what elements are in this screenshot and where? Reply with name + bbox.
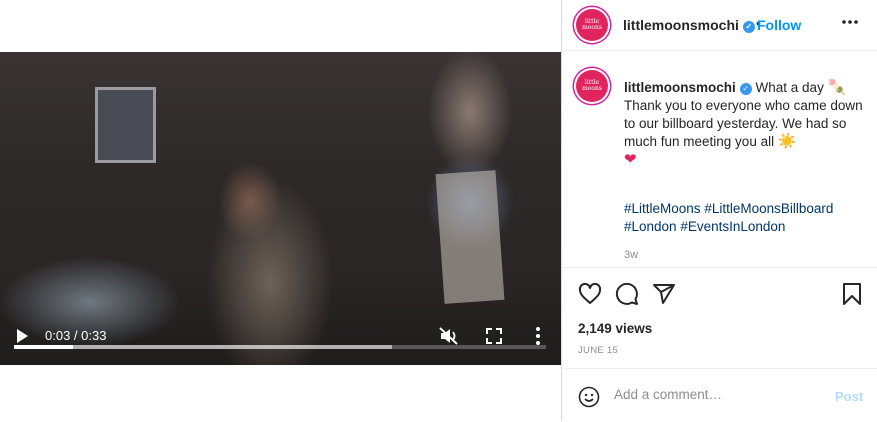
verified-badge-icon: ✓ (742, 21, 755, 33)
view-count[interactable]: 2,149 views (578, 321, 652, 336)
verified-badge-icon: ✓ (739, 83, 752, 95)
like-heart-icon[interactable] (578, 282, 602, 306)
caption-avatar[interactable]: little moons (576, 70, 608, 102)
post-header: little moons littlemoonsmochi ✓ • Follow (562, 0, 877, 51)
more-options-icon[interactable] (841, 18, 859, 26)
avatar[interactable]: little moons (576, 9, 608, 41)
caption-line-2: Thank you to everyone who came down to o… (624, 98, 863, 149)
emoji-icon[interactable] (578, 386, 600, 408)
sun-icon: ☀️ (777, 133, 797, 150)
comment-icon[interactable] (615, 282, 639, 306)
hashtag-link[interactable]: #EventsInLondon (680, 219, 785, 234)
header-username[interactable]: littlemoonsmochi ✓ (623, 17, 755, 33)
post-age[interactable]: 3w (624, 249, 638, 261)
video-time: 0:03 / 0:33 (45, 328, 107, 343)
comment-input[interactable] (614, 387, 824, 402)
hashtag-link[interactable]: #London (624, 219, 677, 234)
comment-bar: Post (562, 368, 877, 422)
avatar-text: little moons (582, 79, 602, 92)
bookmark-icon[interactable] (840, 282, 864, 306)
post-sidebar: little moons littlemoonsmochi ✓ • Follow … (561, 0, 877, 421)
action-bar (562, 268, 877, 318)
caption-line-1: What a day (755, 80, 824, 95)
mochi-skewer-icon: 🍡 (827, 79, 847, 96)
video-frame-window (95, 87, 156, 163)
hashtag-list: #LittleMoons #LittleMoonsBillboard #Lond… (624, 200, 864, 236)
muted-speaker-icon[interactable] (438, 326, 460, 346)
caption-username[interactable]: littlemoonsmochi (624, 80, 736, 95)
caption-text: littlemoonsmochi ✓ What a day 🍡 Thank you… (624, 79, 864, 169)
media-panel: 0:03 / 0:33 (0, 0, 561, 421)
video-frame-poster (435, 170, 505, 304)
video-played (14, 345, 73, 349)
fullscreen-icon[interactable] (484, 326, 504, 346)
video-controls: 0:03 / 0:33 (0, 315, 561, 365)
video-progress-bar[interactable] (14, 345, 546, 349)
video-player[interactable]: 0:03 / 0:33 (0, 52, 561, 365)
post-button[interactable]: Post (835, 389, 863, 404)
follow-button[interactable]: Follow (757, 17, 801, 33)
caption-section: little moons littlemoonsmochi ✓ What a da… (562, 51, 877, 268)
hashtag-link[interactable]: #LittleMoons (624, 201, 701, 216)
red-heart-icon: ❤ (624, 151, 637, 168)
username-text[interactable]: littlemoonsmochi (623, 17, 739, 33)
play-icon[interactable] (14, 327, 30, 345)
hashtag-link[interactable]: #LittleMoonsBillboard (704, 201, 833, 216)
post-date: JUNE 15 (578, 345, 619, 356)
more-vertical-icon[interactable] (530, 325, 546, 347)
avatar-text: little moons (582, 18, 602, 31)
share-icon[interactable] (652, 282, 676, 306)
